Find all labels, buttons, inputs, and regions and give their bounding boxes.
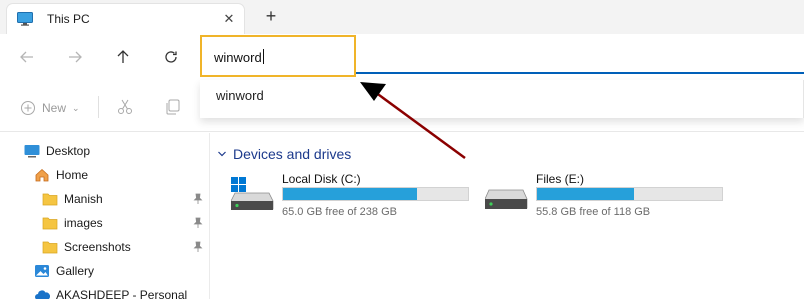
sidebar-item-label: Home — [56, 168, 89, 182]
plus-circle-icon — [21, 101, 35, 115]
section-title: Devices and drives — [233, 146, 352, 162]
new-button[interactable]: New ⌄ — [20, 100, 80, 116]
drive-usage-fill — [537, 188, 635, 200]
sidebar-item-desktop[interactable]: Desktop — [24, 140, 90, 162]
address-input[interactable]: winword — [214, 49, 264, 65]
tab-strip: This PC ✕ + — [0, 0, 804, 34]
gallery-icon — [34, 263, 50, 279]
sidebar-item-gallery[interactable]: Gallery — [34, 260, 94, 282]
navigation-bar: winword — [0, 34, 804, 80]
new-tab-button[interactable]: + — [260, 6, 282, 28]
forward-button[interactable] — [62, 44, 88, 70]
sidebar-item-home[interactable]: Home — [34, 164, 88, 186]
windows-drive-icon — [231, 177, 274, 210]
address-bar[interactable]: winword — [200, 35, 356, 77]
tab-title: This PC — [47, 12, 90, 26]
sidebar-item-images[interactable]: images — [42, 212, 103, 234]
drive-usage-fill — [283, 188, 418, 200]
copy-icon[interactable] — [164, 98, 182, 116]
drive-free-space: 65.0 GB free of 238 GB — [282, 206, 397, 218]
command-separator — [98, 96, 99, 118]
pin-icon[interactable] — [192, 217, 204, 229]
folder-icon — [42, 215, 58, 231]
pin-icon[interactable] — [192, 241, 204, 253]
up-button[interactable] — [110, 44, 136, 70]
sidebar-item-label: Gallery — [56, 264, 95, 278]
text-caret — [262, 49, 264, 64]
close-tab-icon[interactable]: ✕ — [219, 9, 239, 29]
chevron-down-icon — [218, 151, 226, 157]
navigation-pane: Desktop Home Manish images Screenshots G… — [0, 133, 210, 299]
drive-icon — [485, 189, 528, 209]
devices-section-header[interactable]: Devices and drives — [217, 146, 351, 162]
address-suggestions: winword — [200, 80, 804, 118]
chevron-down-icon: ⌄ — [72, 102, 80, 113]
address-value: winword — [214, 50, 262, 65]
desktop-icon — [24, 143, 40, 159]
folder-icon — [42, 191, 58, 207]
refresh-button[interactable] — [158, 44, 184, 70]
content-area: Devices and drives Local Disk (C:) 65.0 … — [211, 133, 804, 299]
drive-name: Files (E:) — [536, 172, 584, 186]
sidebar-item-label: AKASHDEEP - Personal — [56, 288, 188, 299]
drive-free-space: 55.8 GB free of 118 GB — [536, 206, 651, 218]
drive-tile[interactable]: Local Disk (C:) 65.0 GB free of 238 GB — [231, 171, 481, 219]
cut-icon[interactable] — [116, 98, 134, 116]
sidebar-item-screenshots[interactable]: Screenshots — [42, 236, 131, 258]
drive-tile[interactable]: Files (E:) 55.8 GB free of 118 GB — [485, 171, 735, 219]
new-button-label: New — [42, 101, 67, 115]
pin-icon[interactable] — [192, 193, 204, 205]
refresh-icon — [165, 51, 177, 63]
drive-usage-bar — [282, 187, 469, 201]
sidebar-item-onedrive[interactable]: AKASHDEEP - Personal — [34, 284, 187, 299]
sidebar-item-manish[interactable]: Manish — [42, 188, 103, 210]
arrow-right-icon — [69, 51, 82, 63]
drive-name: Local Disk (C:) — [282, 172, 361, 186]
sidebar-item-label: Screenshots — [64, 240, 131, 254]
monitor-icon — [17, 12, 33, 26]
drive-usage-bar — [536, 187, 723, 201]
arrow-up-icon — [117, 50, 129, 63]
tab-this-pc[interactable]: This PC ✕ — [6, 3, 245, 34]
cloud-icon — [34, 287, 50, 299]
back-button[interactable] — [14, 44, 40, 70]
arrow-left-icon — [20, 51, 33, 63]
sidebar-item-label: Desktop — [46, 144, 91, 158]
folder-icon — [42, 239, 58, 255]
sidebar-item-label: Manish — [64, 192, 103, 206]
sidebar-item-label: images — [64, 216, 103, 230]
home-icon — [34, 167, 50, 183]
suggestion-item[interactable]: winword — [216, 88, 264, 103]
